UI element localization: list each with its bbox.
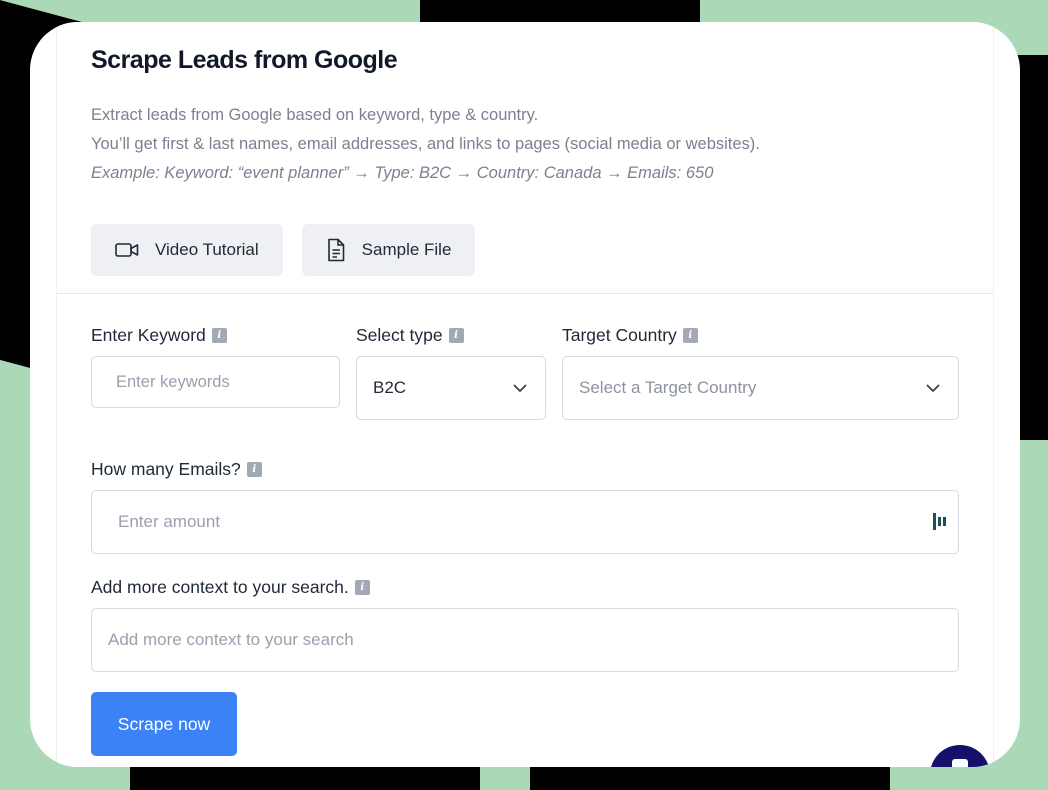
example-text: Example: Keyword: “event planner” → Type…: [91, 164, 714, 182]
context-label: Add more context to your search.: [91, 576, 349, 597]
description-line: You’ll get first & last names, email add…: [91, 135, 760, 153]
scrape-now-button[interactable]: Scrape now: [91, 692, 237, 756]
type-select[interactable]: B2C: [356, 356, 546, 420]
type-field: Select type i B2C: [356, 324, 546, 420]
app-frame: Scrape Leads from Google Extract leads f…: [30, 22, 1020, 767]
country-field: Target Country i Select a Target Country: [562, 324, 959, 420]
sample-file-label: Sample File: [361, 240, 452, 259]
emails-label: How many Emails?: [91, 458, 241, 479]
sample-file-button[interactable]: Sample File: [301, 224, 476, 276]
context-field: Add more context to your search. i: [91, 576, 959, 672]
info-icon[interactable]: i: [211, 327, 227, 343]
keyword-label: Enter Keyword: [91, 324, 206, 345]
emails-field: How many Emails? i: [91, 458, 959, 554]
type-select-value: B2C: [373, 378, 407, 397]
keyword-input[interactable]: [91, 356, 340, 408]
description-line: Extract leads from Google based on keywo…: [91, 106, 539, 124]
resource-buttons: Video Tutorial Sample File: [91, 224, 959, 276]
info-icon[interactable]: i: [246, 461, 262, 477]
password-manager-icon[interactable]: [933, 513, 947, 535]
scrape-form: Enter Keyword i Select type i B2C: [57, 294, 993, 756]
info-icon[interactable]: i: [448, 327, 464, 343]
chat-widget[interactable]: [930, 745, 990, 767]
document-icon: [326, 238, 346, 262]
video-camera-icon: [115, 241, 139, 259]
chat-widget-icon: [930, 745, 990, 767]
chevron-down-icon: [513, 378, 527, 398]
chevron-down-icon: [926, 378, 940, 398]
country-select-placeholder: Select a Target Country: [579, 378, 757, 397]
country-select[interactable]: Select a Target Country: [562, 356, 959, 420]
info-icon[interactable]: i: [682, 327, 698, 343]
email-amount-input[interactable]: [91, 490, 959, 554]
scrape-panel: Scrape Leads from Google Extract leads f…: [56, 22, 994, 767]
video-tutorial-label: Video Tutorial: [155, 240, 259, 259]
type-label: Select type: [356, 324, 443, 345]
top-fields-row: Enter Keyword i Select type i B2C: [91, 324, 959, 420]
video-tutorial-button[interactable]: Video Tutorial: [91, 224, 283, 276]
keyword-field: Enter Keyword i: [91, 324, 340, 420]
context-input[interactable]: [91, 608, 959, 672]
page-title: Scrape Leads from Google: [91, 46, 398, 74]
country-label: Target Country: [562, 324, 677, 345]
info-icon[interactable]: i: [354, 579, 370, 595]
panel-header: Scrape Leads from Google Extract leads f…: [57, 22, 993, 294]
